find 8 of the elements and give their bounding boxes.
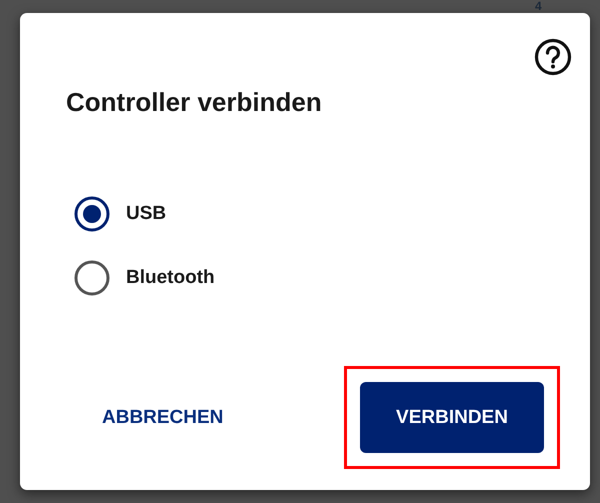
cancel-button[interactable]: ABBRECHEN bbox=[102, 396, 224, 438]
dialog-title: Controller verbinden bbox=[66, 87, 323, 118]
radio-button[interactable] bbox=[74, 196, 110, 232]
option-label[interactable]: USB bbox=[126, 203, 166, 225]
connect-button[interactable]: VERBINDEN bbox=[360, 382, 544, 453]
radio-button[interactable] bbox=[74, 260, 110, 296]
help-icon[interactable] bbox=[534, 38, 572, 76]
option-label[interactable]: Bluetooth bbox=[126, 267, 215, 289]
